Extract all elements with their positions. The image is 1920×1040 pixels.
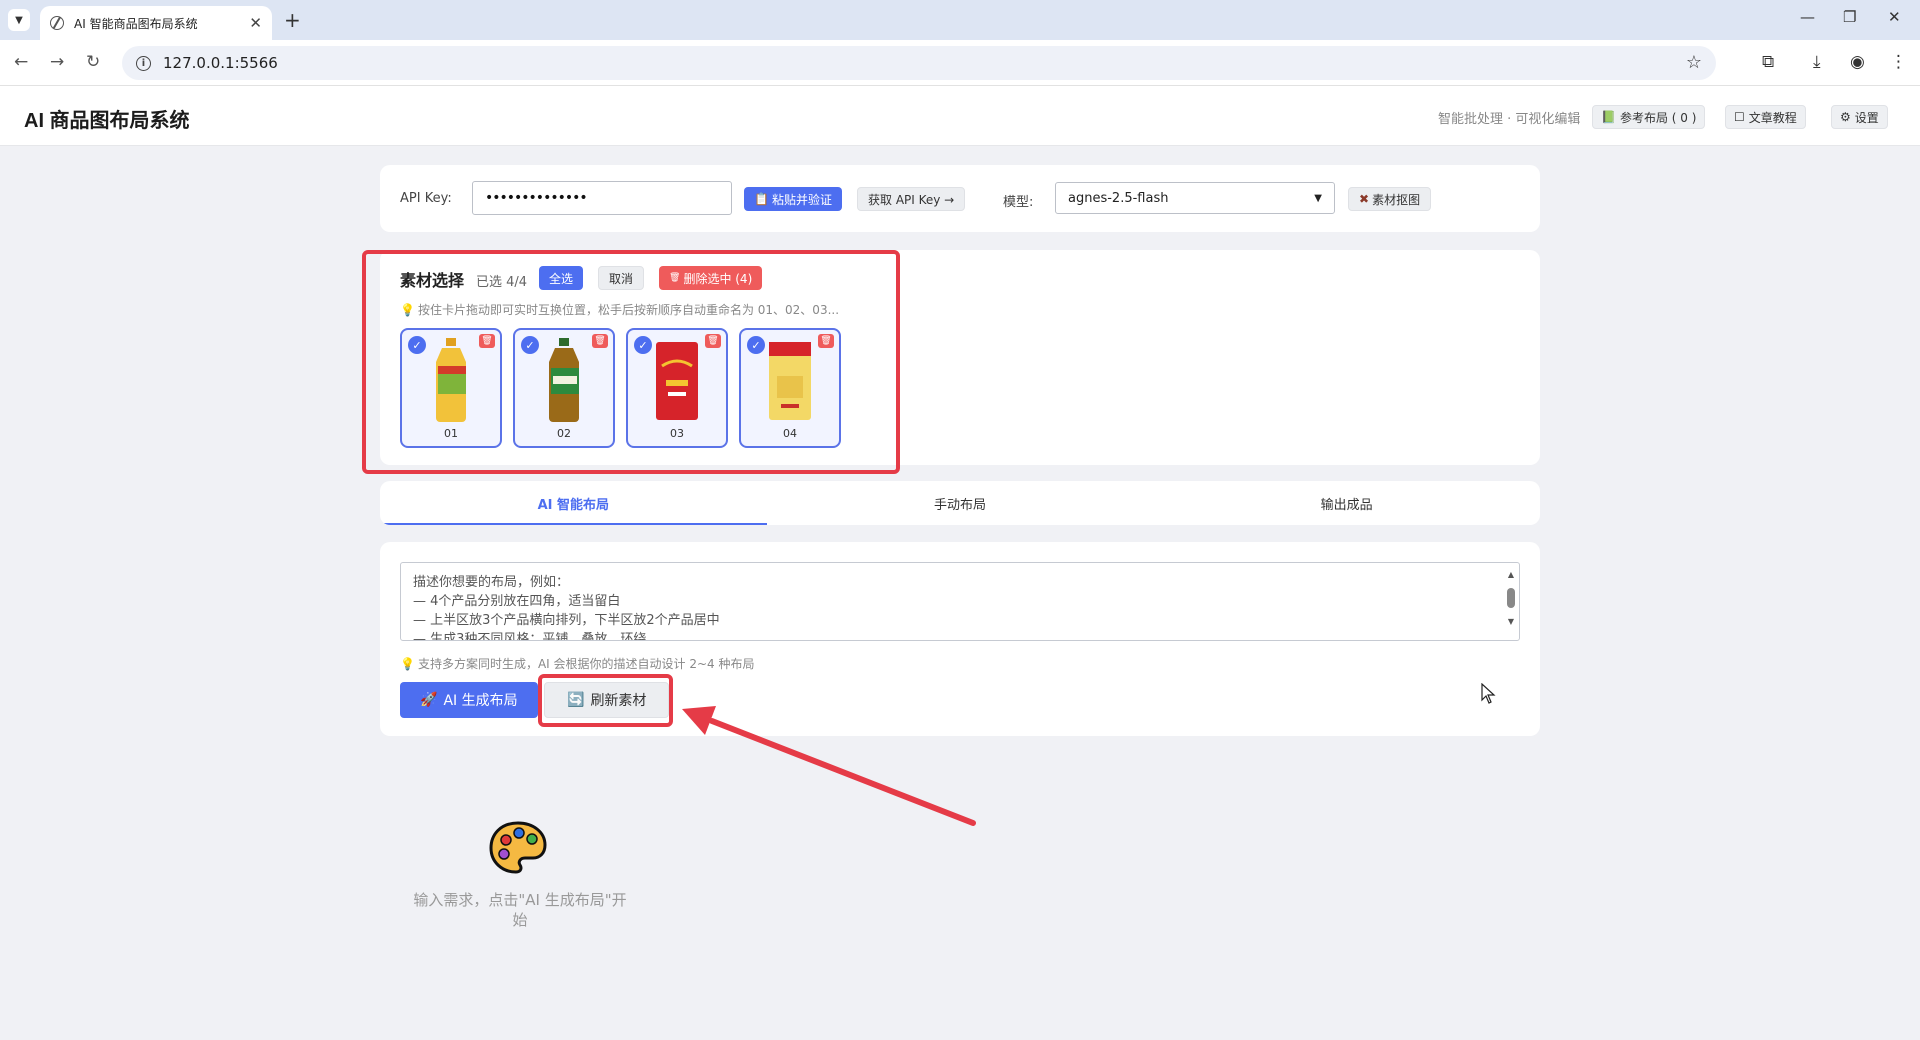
empty-state-line1: 输入需求，点击"AI 生成布局"开: [413, 891, 627, 909]
prompt-hint: 💡 支持多方案同时生成，AI 会根据你的描述自动设计 2~4 种布局: [400, 655, 754, 672]
rocket-icon: 🚀: [420, 692, 438, 708]
highlight-box-materials: [362, 250, 900, 474]
book-icon: 📗: [1601, 110, 1616, 124]
get-api-key-button[interactable]: 获取 API Key →: [857, 187, 966, 211]
tab-ai-layout[interactable]: AI 智能布局: [380, 481, 767, 525]
api-key-label: API Key:: [400, 191, 452, 206]
ai-generate-button[interactable]: 🚀 AI 生成布局: [400, 682, 538, 718]
gear-icon: ⚙: [1840, 110, 1851, 124]
app-header: AI 商品图布局系统 智能批处理 · 可视化编辑 📗 参考布局 ( 0 ) ☐ …: [0, 86, 1920, 146]
mode-tabs: AI 智能布局 手动布局 输出成品: [380, 481, 1540, 525]
browser-tab[interactable]: AI 智能商品图布局系统 ✕: [40, 6, 272, 40]
profile-icon[interactable]: ◉: [1850, 52, 1865, 72]
lightbulb-icon: 💡: [400, 657, 415, 671]
omnibox[interactable]: i 127.0.0.1:5566 ☆: [122, 46, 1716, 80]
url-text[interactable]: 127.0.0.1:5566: [163, 54, 278, 72]
matting-label: 素材抠图: [1372, 192, 1421, 207]
bookmark-star-icon[interactable]: ☆: [1686, 52, 1702, 73]
matting-icon: ✖: [1359, 192, 1370, 206]
prompt-line: — 4个产品分别放在四角，适当留白: [413, 594, 621, 609]
new-tab-icon[interactable]: +: [284, 8, 301, 32]
paste-verify-label: 粘贴并验证: [771, 192, 832, 207]
header-subtitle: 智能批处理 · 可视化编辑: [1438, 112, 1581, 127]
empty-state-text: 输入需求，点击"AI 生成布局"开 始: [400, 890, 640, 930]
layout-prompt-textarea[interactable]: 描述你想要的布局，例如： — 4个产品分别放在四角，适当留白 — 上半区放3个产…: [400, 562, 1520, 641]
document-icon: ☐: [1734, 110, 1745, 124]
forward-icon[interactable]: →: [50, 52, 64, 72]
scroll-up-icon[interactable]: ▲: [1505, 565, 1517, 584]
settings-label: 设置: [1854, 110, 1879, 125]
reference-layout-label: 参考布局 ( 0 ): [1619, 110, 1697, 125]
close-tab-icon[interactable]: ✕: [249, 14, 262, 32]
download-icon[interactable]: ⤓: [1813, 52, 1821, 72]
tab-output[interactable]: 输出成品: [1153, 481, 1540, 525]
tab-search-chevron-icon[interactable]: ▼: [8, 9, 30, 31]
minimize-icon[interactable]: —: [1800, 8, 1815, 26]
tab-manual-layout[interactable]: 手动布局: [767, 481, 1154, 525]
back-icon[interactable]: ←: [14, 52, 28, 72]
tutorial-label: 文章教程: [1748, 110, 1797, 125]
chevron-down-icon: ▼: [1314, 192, 1322, 204]
prompt-line: — 上半区放3个产品横向排列，下半区放2个产品居中: [413, 613, 720, 628]
reload-icon[interactable]: ↻: [86, 52, 100, 72]
scrollbar-thumb[interactable]: [1507, 588, 1515, 608]
globe-icon: [50, 16, 64, 30]
matting-button[interactable]: ✖ 素材抠图: [1348, 187, 1432, 211]
reference-layout-button[interactable]: 📗 参考布局 ( 0 ): [1592, 105, 1706, 129]
prompt-line: — 生成3种不同风格：平铺、叠放、环绕: [413, 632, 647, 641]
menu-kebab-icon[interactable]: ⋮: [1890, 52, 1907, 72]
address-bar-row: ← → ↻ i 127.0.0.1:5566 ☆ ⧉ ⤓ ◉ ⋮: [0, 40, 1920, 86]
settings-button[interactable]: ⚙ 设置: [1831, 105, 1888, 129]
app-title: AI 商品图布局系统: [24, 110, 190, 132]
highlight-box-refresh: [538, 674, 673, 727]
restore-icon[interactable]: ❐: [1843, 8, 1856, 26]
mouse-cursor-icon: [1481, 683, 1496, 704]
browser-tab-bar: ▼ AI 智能商品图布局系统 ✕ + — ❐ ✕: [0, 0, 1920, 40]
palette-icon: [489, 821, 547, 874]
model-select[interactable]: agnes-2.5-flash ▼: [1055, 182, 1335, 214]
tab-title: AI 智能商品图布局系统: [74, 16, 198, 31]
ai-generate-label: AI 生成布局: [443, 693, 518, 709]
textarea-scrollbar[interactable]: ▲ ▼: [1505, 565, 1517, 637]
close-window-icon[interactable]: ✕: [1888, 8, 1901, 26]
site-info-icon[interactable]: i: [136, 55, 151, 71]
prompt-line: 描述你想要的布局，例如：: [413, 575, 570, 590]
model-value: agnes-2.5-flash: [1068, 190, 1169, 206]
model-label: 模型:: [1003, 195, 1034, 210]
api-key-input[interactable]: ••••••••••••••: [472, 181, 732, 215]
config-card: API Key: •••••••••••••• 📋 粘贴并验证 获取 API K…: [380, 165, 1540, 232]
clipboard-icon: 📋: [754, 192, 769, 206]
scroll-down-icon[interactable]: ▼: [1505, 612, 1517, 631]
extensions-icon[interactable]: ⧉: [1762, 52, 1774, 72]
empty-state-line2: 始: [512, 911, 528, 929]
prompt-hint-text: 支持多方案同时生成，AI 会根据你的描述自动设计 2~4 种布局: [417, 657, 755, 671]
tutorial-button[interactable]: ☐ 文章教程: [1725, 105, 1806, 129]
paste-verify-button[interactable]: 📋 粘贴并验证: [744, 187, 842, 211]
